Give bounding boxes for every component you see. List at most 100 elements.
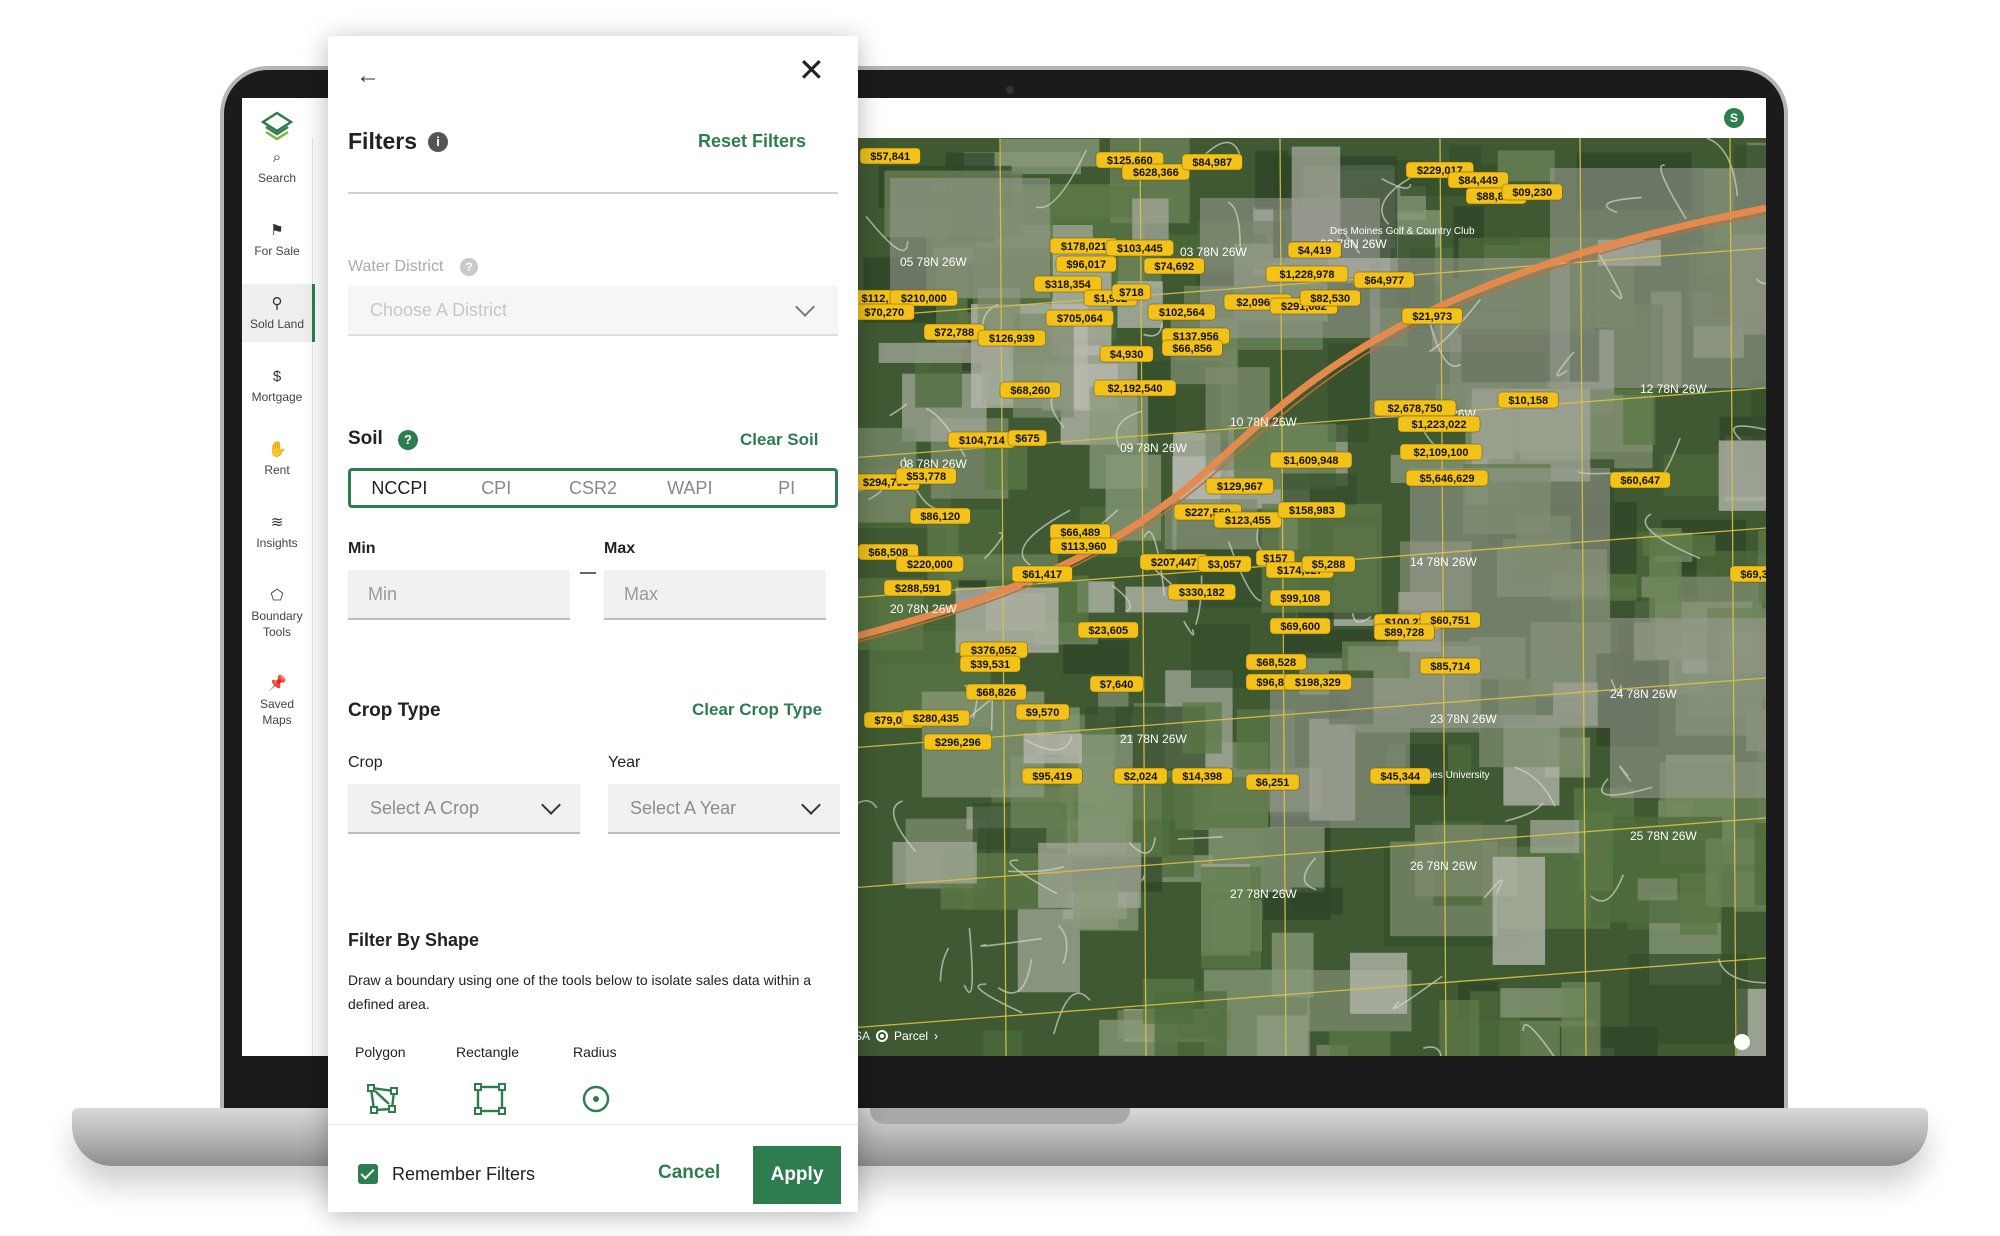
remember-filters-checkbox[interactable] xyxy=(358,1164,378,1184)
map-canvas[interactable]: 05 78N 26W03 78N 26W02 78N 26W11 78N 26W… xyxy=(850,138,1766,1056)
price-tag-label: $129,967 xyxy=(1217,481,1263,493)
reset-filters-button[interactable]: Reset Filters xyxy=(698,131,806,152)
township-label: 27 78N 26W xyxy=(1230,887,1297,901)
township-label: 23 78N 26W xyxy=(1430,712,1497,726)
satellite-map[interactable]: 05 78N 26W03 78N 26W02 78N 26W11 78N 26W… xyxy=(850,138,1766,1056)
sidebar-item-label: Insights xyxy=(256,536,298,550)
sidebar-item-saved-maps[interactable]: 📌 Saved Maps xyxy=(242,664,312,738)
remember-filters-label[interactable]: Remember Filters xyxy=(392,1164,535,1185)
water-district-select[interactable]: Choose A District xyxy=(348,286,838,336)
tab-pi[interactable]: PI xyxy=(738,471,835,505)
land-patch xyxy=(1013,313,1074,418)
search-icon: ⌕ xyxy=(272,149,282,166)
price-tag-label: $288,591 xyxy=(895,583,941,595)
land-patch xyxy=(1561,982,1601,1056)
polygon-tool-icon[interactable] xyxy=(366,1082,400,1116)
price-tag-label: $6,251 xyxy=(1256,777,1290,789)
price-tag-label: $2,192,540 xyxy=(1107,383,1162,395)
price-tag-label: $330,182 xyxy=(1179,587,1225,599)
radius-tool-icon[interactable] xyxy=(579,1082,613,1116)
sidebar-item-search[interactable]: ⌕ Search xyxy=(242,138,312,196)
close-icon[interactable]: ✕ xyxy=(798,54,825,86)
user-avatar[interactable]: S xyxy=(1724,108,1744,128)
soil-min-input[interactable] xyxy=(348,570,570,620)
price-tag-label: $53,778 xyxy=(906,471,946,483)
land-patch xyxy=(1190,623,1251,688)
price-tag-label: $99,108 xyxy=(1280,593,1320,605)
chevron-down-icon xyxy=(801,795,821,815)
price-tag-label: $4,419 xyxy=(1298,245,1332,257)
tab-wapi[interactable]: WAPI xyxy=(641,471,738,505)
land-patch xyxy=(1073,877,1118,929)
sidebar-item-insights[interactable]: ≋ Insights xyxy=(242,503,312,561)
year-select[interactable]: Select A Year xyxy=(608,784,840,834)
range-dash xyxy=(580,572,596,574)
price-tag-label: $198,329 xyxy=(1295,677,1341,689)
sidebar-item-rent[interactable]: ✋ Rent xyxy=(242,430,312,488)
price-tag-label: $4,930 xyxy=(1110,349,1144,361)
urban-area xyxy=(890,178,1050,298)
urban-area xyxy=(1410,468,1610,728)
soil-max-input[interactable] xyxy=(604,570,826,620)
price-tag-label: $103,445 xyxy=(1117,243,1163,255)
sidebar-item-boundary-tools[interactable]: ⬠ Boundary Tools xyxy=(242,576,312,650)
price-tag-label: $104,714 xyxy=(959,435,1006,447)
price-tag-label: $207,447 xyxy=(1151,557,1197,569)
filters-title: Filters xyxy=(348,128,418,154)
price-tag-label: $70,270 xyxy=(864,307,904,319)
crop-select[interactable]: Select A Crop xyxy=(348,784,580,834)
back-arrow-icon[interactable]: ← xyxy=(356,62,380,90)
max-label: Max xyxy=(604,540,636,557)
township-label: 12 78N 26W xyxy=(1640,382,1707,396)
map-corner-handle[interactable] xyxy=(1734,1034,1750,1050)
sidebar-item-for-sale[interactable]: ⚑ For Sale xyxy=(242,211,312,269)
price-tag-label: $628,366 xyxy=(1133,167,1179,179)
price-tag-label: $39,531 xyxy=(970,659,1010,671)
dollar-icon: $ xyxy=(272,368,282,385)
apply-button[interactable]: Apply xyxy=(753,1146,841,1204)
cancel-button[interactable]: Cancel xyxy=(658,1162,720,1184)
help-icon[interactable]: ? xyxy=(460,258,478,276)
clear-crop-type-button[interactable]: Clear Crop Type xyxy=(692,700,822,720)
chevron-right-icon[interactable]: › xyxy=(934,1029,938,1043)
sidebar-item-sold-land[interactable]: ⚲ Sold Land xyxy=(242,284,315,342)
price-tag-label: $1,223,022 xyxy=(1411,419,1466,431)
radio-icon[interactable] xyxy=(876,1030,889,1042)
sidebar-item-mortgage[interactable]: $ Mortgage xyxy=(242,357,312,415)
price-tag-label: $09,230 xyxy=(1512,187,1552,199)
sidebar-item-label: Rent xyxy=(264,463,290,477)
price-tag-label: $96,017 xyxy=(1066,259,1106,271)
township-label: 25 78N 26W xyxy=(1630,829,1697,843)
land-patch xyxy=(1078,734,1133,844)
land-patch xyxy=(1623,394,1656,445)
price-tag-label: $280,435 xyxy=(913,713,959,725)
price-tag-label: $72,788 xyxy=(934,327,974,339)
filters-panel: ← ✕ Filters i Reset Filters Water Distri… xyxy=(328,36,858,1212)
tab-nccpi[interactable]: NCCPI xyxy=(351,471,448,505)
tab-cpi[interactable]: CPI xyxy=(448,471,545,505)
map-layer-control[interactable]: SA Parcel › xyxy=(850,1024,938,1048)
price-tag-label: $95,419 xyxy=(1032,771,1072,783)
tab-csr2[interactable]: CSR2 xyxy=(545,471,642,505)
price-tag-label: $318,354 xyxy=(1045,279,1092,291)
pin-icon: ⚲ xyxy=(271,295,283,312)
township-label: 10 78N 26W xyxy=(1230,415,1297,429)
info-icon[interactable]: i xyxy=(428,132,448,152)
sidebar-item-label: Saved Maps xyxy=(259,697,295,727)
clear-soil-button[interactable]: Clear Soil xyxy=(740,430,818,450)
price-tag-label: $113,960 xyxy=(1061,541,1106,553)
price-tag-label: $2,109,100 xyxy=(1413,447,1468,459)
land-patch xyxy=(1718,440,1766,511)
map-layer-label[interactable]: Parcel xyxy=(894,1029,928,1043)
rectangle-tool-label: Rectangle xyxy=(456,1044,520,1060)
land-patch xyxy=(1063,640,1130,675)
price-tag-label: $296,296 xyxy=(935,737,981,749)
soil-help-icon[interactable]: ? xyxy=(398,430,418,450)
price-tag-label: $86,120 xyxy=(920,511,960,523)
price-tag-label: $158,983 xyxy=(1289,505,1335,517)
rectangle-tool-icon[interactable] xyxy=(473,1082,507,1116)
price-tag-label: $68,528 xyxy=(1256,657,1296,669)
soil-section-title: Soil xyxy=(348,428,383,449)
township-label: 09 78N 26W xyxy=(1120,441,1187,455)
land-patch xyxy=(1637,878,1678,901)
